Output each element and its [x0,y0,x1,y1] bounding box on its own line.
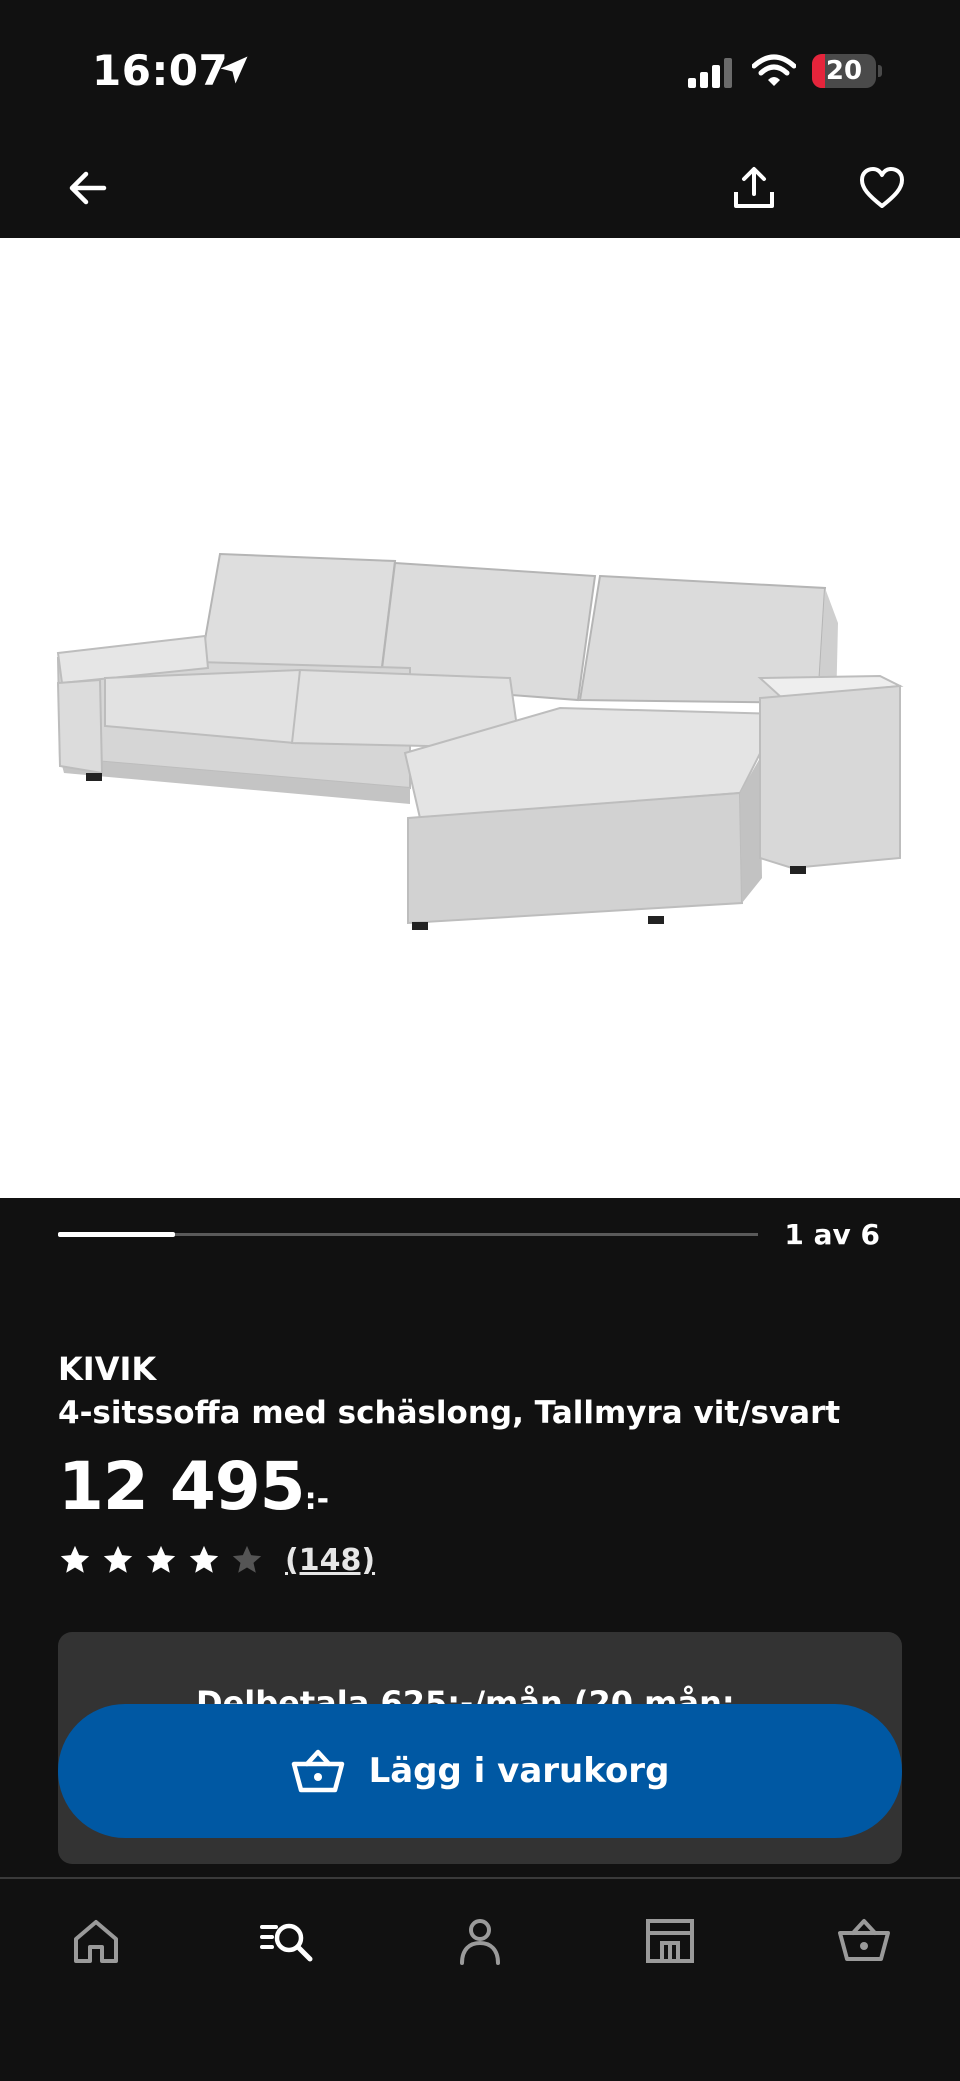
top-nav [0,140,960,238]
status-time: 16:07 [92,46,229,95]
tab-home[interactable] [64,1909,128,1973]
status-bar: 16:07 20 [0,0,960,140]
product-rating[interactable]: (148) [58,1540,375,1580]
price-suffix: :- [304,1482,330,1517]
bottom-tab-bar [0,1877,960,2081]
gallery-progress-fill [58,1232,175,1237]
star-icon [60,1545,90,1573]
review-count-link[interactable]: (148) [285,1543,375,1578]
tab-profile[interactable] [448,1909,512,1973]
store-icon [646,1919,694,1963]
tab-stores[interactable] [638,1909,702,1973]
product-brand: KIVIK [58,1350,157,1388]
gallery-progress [58,1232,758,1237]
product-image[interactable] [0,238,960,1198]
back-button[interactable] [60,160,116,216]
wifi-icon [752,54,796,86]
star-icon [146,1545,176,1573]
signal-icon [688,58,732,88]
favorite-button[interactable] [854,160,910,216]
basket-icon [291,1749,344,1793]
gallery-counter: 1 av 6 [784,1218,880,1251]
share-icon [734,167,774,208]
share-button[interactable] [726,160,782,216]
search-icon [260,1923,313,1962]
heart-icon [860,167,904,208]
battery-indicator: 20 [812,54,882,88]
star-icon [189,1545,219,1573]
tab-search[interactable] [254,1909,318,1973]
product-price: 12 495:- [58,1448,329,1525]
home-icon [74,1920,118,1963]
price-amount: 12 495 [58,1448,306,1525]
product-description: 4-sitssoffa med schäslong, Tallmyra vit/… [58,1395,841,1431]
add-to-cart-label: Lägg i varukorg [368,1751,670,1791]
location-arrow-icon [220,56,248,84]
sofa-image [56,552,904,930]
battery-level: 20 [825,56,863,86]
add-to-cart-button[interactable]: Lägg i varukorg [58,1704,902,1838]
star-empty-icon [232,1545,262,1573]
star-icon [103,1545,133,1573]
arrow-left-icon [69,171,107,205]
tab-basket[interactable] [832,1909,896,1973]
basket-icon [838,1919,890,1961]
profile-icon [460,1919,500,1965]
